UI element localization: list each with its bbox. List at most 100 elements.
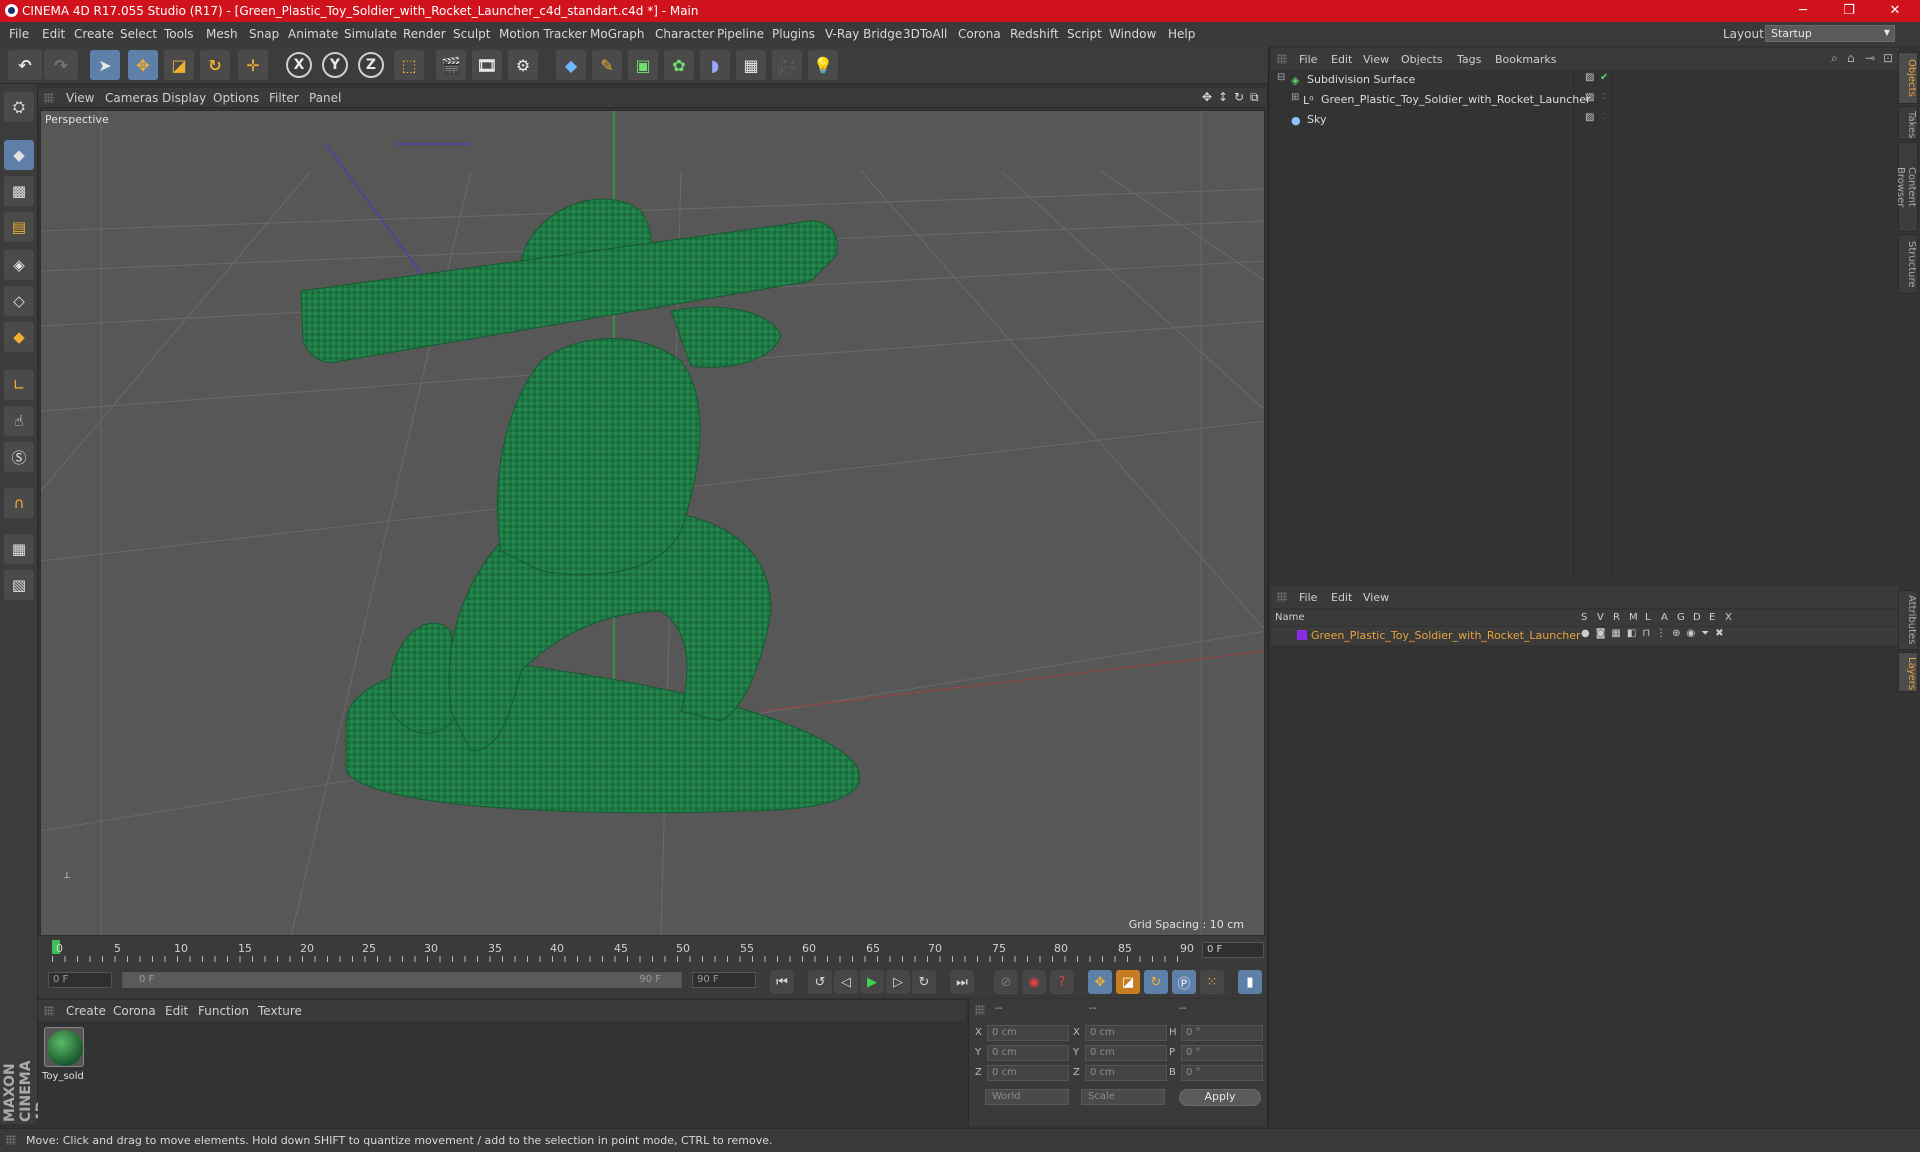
texture-mode-icon[interactable]: ▩	[4, 176, 34, 206]
om-home-icon[interactable]: ⌂	[1847, 51, 1855, 65]
material-thumbnail[interactable]	[44, 1027, 84, 1067]
end-frame-field[interactable]: 90 F	[692, 972, 756, 988]
menu-redshift[interactable]: Redshift	[1010, 27, 1059, 41]
menu-tools[interactable]: Tools	[164, 27, 194, 41]
menu-mesh[interactable]: Mesh	[206, 27, 238, 41]
points-mode-icon[interactable]: ◈	[4, 250, 34, 280]
om-menu-file[interactable]: File	[1299, 53, 1317, 66]
make-editable-icon[interactable]: ⛭	[4, 92, 34, 122]
object-row-sky[interactable]: ● Sky ▨ ⁚	[1273, 110, 1901, 130]
camera-icon[interactable]: 🎥	[772, 50, 802, 80]
key-points-icon[interactable]: ⁙	[1200, 970, 1224, 994]
menu-select[interactable]: Select	[120, 27, 157, 41]
om-menu-bookmarks[interactable]: Bookmarks	[1495, 53, 1556, 66]
render-view-icon[interactable]: 🎬	[436, 50, 466, 80]
planar-workplane-icon[interactable]: ▧	[4, 570, 34, 600]
menu-simulate[interactable]: Simulate	[344, 27, 397, 41]
om-menu-objects[interactable]: Objects	[1401, 53, 1443, 66]
expand-icon[interactable]: ⊞	[1291, 92, 1299, 103]
menu-motion-tracker[interactable]: Motion Tracker	[499, 27, 587, 41]
lm-menu-view[interactable]: View	[1363, 591, 1389, 604]
menu-window[interactable]: Window	[1109, 27, 1156, 41]
layout-dropdown[interactable]: Startup	[1765, 25, 1895, 42]
y-axis-lock-button[interactable]: Y	[322, 52, 348, 78]
collapse-icon[interactable]: ⊟	[1277, 72, 1285, 83]
render-picture-viewer-icon[interactable]: 🎞	[472, 50, 502, 80]
layer-name[interactable]: Green_Plastic_Toy_Soldier_with_Rocket_La…	[1311, 629, 1581, 642]
viewport-menu-view[interactable]: View	[66, 91, 94, 105]
enabled-check-icon[interactable]: ✔	[1600, 72, 1608, 83]
scale-tool-icon[interactable]: ◪	[164, 50, 194, 80]
x-axis-lock-button[interactable]: X	[286, 52, 312, 78]
coord-pos-x-field[interactable]: 0 cm	[987, 1025, 1069, 1041]
viewport-menu-display[interactable]: Display	[162, 91, 206, 105]
om-search-icon[interactable]: ⌕	[1831, 51, 1838, 66]
object-manager-grip-icon[interactable]	[1277, 54, 1287, 64]
key-position-icon[interactable]: ✥	[1088, 970, 1112, 994]
z-axis-lock-button[interactable]: Z	[358, 52, 384, 78]
tab-content-browser[interactable]: Content Browser	[1895, 142, 1918, 232]
apply-button[interactable]: Apply	[1179, 1089, 1261, 1106]
material-menu-corona[interactable]: Corona	[113, 1004, 156, 1018]
viewport-menu-filter[interactable]: Filter	[269, 91, 299, 105]
coord-size-z-field[interactable]: 0 cm	[1085, 1065, 1167, 1081]
tab-takes[interactable]: Takes	[1898, 106, 1918, 140]
om-new-window-icon[interactable]: ⊡	[1883, 51, 1893, 65]
autokey-icon[interactable]: ◉	[1022, 970, 1046, 994]
current-frame-field[interactable]: 0 F	[1202, 942, 1264, 958]
menu-corona[interactable]: Corona	[958, 27, 1001, 41]
close-button[interactable]: ✕	[1872, 0, 1918, 22]
viewport-pan-icon[interactable]: ✥	[1202, 90, 1212, 104]
viewport-menu-cameras[interactable]: Cameras	[105, 91, 158, 105]
menu-snap[interactable]: Snap	[249, 27, 279, 41]
viewport-orbit-icon[interactable]: ↻	[1234, 90, 1244, 104]
timeline-ruler[interactable]: 0 5 10 15 20 25 30 35 40 45 50 55 60 65 …	[38, 936, 1266, 964]
maximize-button[interactable]: ❐	[1826, 0, 1872, 22]
next-key-icon[interactable]: ↻	[912, 970, 936, 994]
edit-toggle-icon[interactable]: ▨	[1585, 72, 1594, 83]
key-scale-icon[interactable]: ◪	[1116, 970, 1140, 994]
edges-mode-icon[interactable]: ◇	[4, 286, 34, 316]
edit-toggle-icon[interactable]: ▨	[1585, 92, 1594, 103]
object-row-subdivision[interactable]: ⊟ ◈ Subdivision Surface ▨ ✔	[1273, 70, 1901, 90]
keyframe-help-icon[interactable]: ?	[1050, 970, 1074, 994]
material-menu-texture[interactable]: Texture	[258, 1004, 302, 1018]
tab-objects[interactable]: Objects	[1898, 52, 1918, 104]
coord-mode-world-dropdown[interactable]: World	[985, 1089, 1069, 1105]
coord-pos-y-field[interactable]: 0 cm	[987, 1045, 1069, 1061]
menu-3dtoall[interactable]: 3DToAll	[903, 27, 947, 41]
menu-render[interactable]: Render	[403, 27, 446, 41]
move-tool-icon[interactable]: ✥	[128, 50, 158, 80]
workplane-lock-icon[interactable]: ▦	[4, 534, 34, 564]
coordinate-system-icon[interactable]: ⬚	[394, 50, 424, 80]
material-menu-create[interactable]: Create	[66, 1004, 106, 1018]
viewport-dolly-icon[interactable]: ↕	[1218, 90, 1228, 104]
key-parameter-icon[interactable]: Ⓟ	[1172, 970, 1196, 994]
select-arrow-icon[interactable]: ➤	[90, 50, 120, 80]
tab-structure[interactable]: Structure	[1898, 234, 1918, 294]
material-menu-edit[interactable]: Edit	[165, 1004, 188, 1018]
prev-key-icon[interactable]: ↺	[808, 970, 832, 994]
minimize-button[interactable]: ─	[1780, 0, 1826, 22]
menu-edit[interactable]: Edit	[42, 27, 65, 41]
material-name[interactable]: Toy_sold	[42, 1071, 84, 1082]
undo-icon[interactable]: ↶	[8, 50, 42, 80]
menu-character[interactable]: Character	[655, 27, 714, 41]
record-keys-icon[interactable]: ⊘	[994, 970, 1018, 994]
render-settings-icon[interactable]: ⚙	[508, 50, 538, 80]
polygons-mode-icon[interactable]: ◆	[4, 322, 34, 352]
pen-spline-icon[interactable]: ✎	[592, 50, 622, 80]
viewport-menu-panel[interactable]: Panel	[309, 91, 341, 105]
tab-attributes[interactable]: Attributes	[1898, 590, 1918, 650]
lm-menu-file[interactable]: File	[1299, 591, 1317, 604]
om-menu-tags[interactable]: Tags	[1457, 53, 1481, 66]
om-link-icon[interactable]: ⊸	[1865, 51, 1875, 65]
perspective-viewport[interactable]: Perspective Grid Spacing : 10 cm ⊥	[40, 110, 1265, 936]
deformer-icon[interactable]: ◗	[700, 50, 730, 80]
material-grip-icon[interactable]	[44, 1006, 54, 1016]
viewport-menu-options[interactable]: Options	[213, 91, 259, 105]
goto-end-icon[interactable]: ⏭	[950, 970, 974, 994]
menu-create[interactable]: Create	[74, 27, 114, 41]
om-menu-view[interactable]: View	[1363, 53, 1389, 66]
menu-pipeline[interactable]: Pipeline	[717, 27, 764, 41]
